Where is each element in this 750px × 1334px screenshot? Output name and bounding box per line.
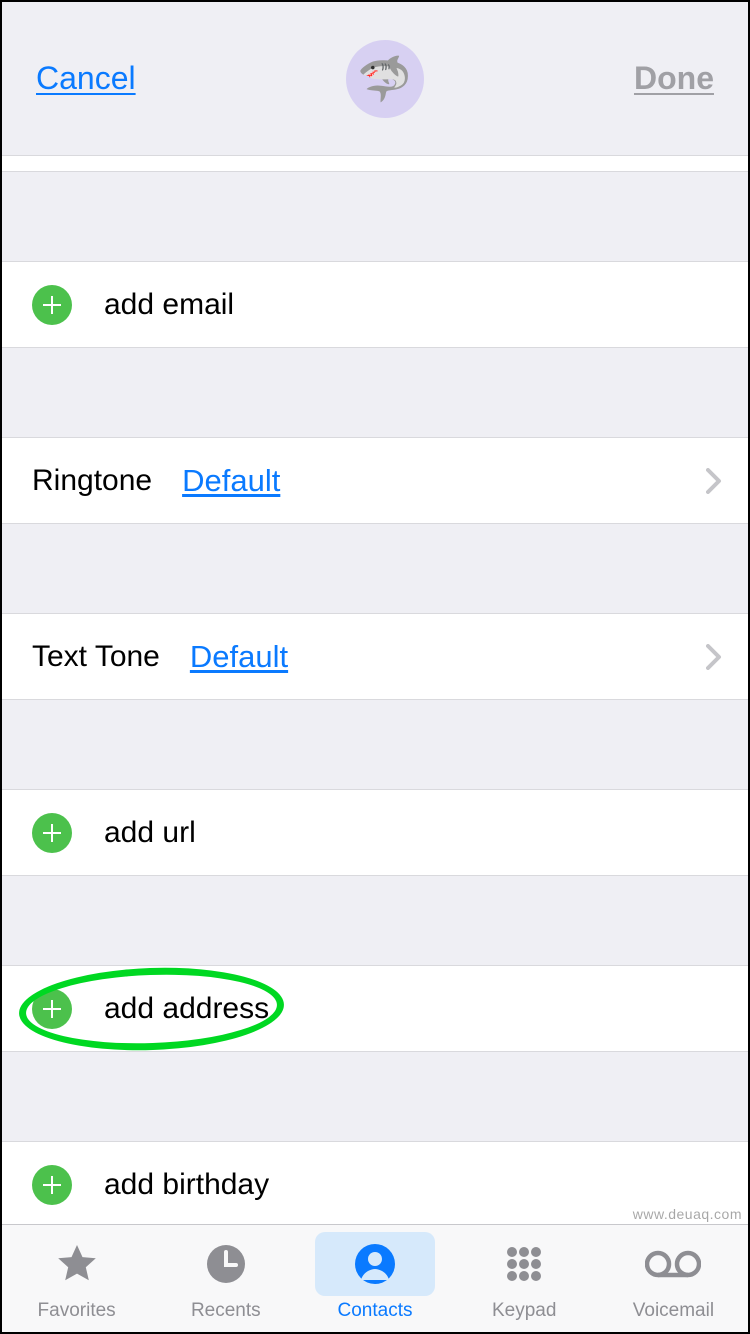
contact-edit-list: add email Ringtone Default Text Tone Def… bbox=[2, 156, 748, 1224]
plus-icon bbox=[32, 813, 72, 853]
section-gap bbox=[2, 524, 748, 614]
texttone-row[interactable]: Text Tone Default bbox=[2, 614, 748, 700]
add-address-row[interactable]: add address bbox=[2, 966, 748, 1052]
chevron-right-icon bbox=[706, 644, 722, 670]
voicemail-icon bbox=[645, 1249, 701, 1279]
tab-contacts-label: Contacts bbox=[338, 1300, 413, 1322]
add-url-row[interactable]: add url bbox=[2, 790, 748, 876]
keypad-icon bbox=[503, 1243, 545, 1285]
section-gap bbox=[2, 1052, 748, 1142]
tab-keypad[interactable]: Keypad bbox=[450, 1225, 599, 1332]
tab-recents-label: Recents bbox=[191, 1300, 261, 1322]
tab-contacts[interactable]: Contacts bbox=[300, 1225, 449, 1332]
tab-voicemail[interactable]: Voicemail bbox=[599, 1225, 748, 1332]
ringtone-row[interactable]: Ringtone Default bbox=[2, 438, 748, 524]
clock-icon bbox=[205, 1243, 247, 1285]
previous-section-edge bbox=[2, 156, 748, 172]
add-email-row[interactable]: add email bbox=[2, 262, 748, 348]
plus-icon bbox=[32, 1165, 72, 1205]
add-email-label: add email bbox=[104, 288, 234, 322]
contacts-icon bbox=[354, 1243, 396, 1285]
avatar-emoji: 🦈 bbox=[357, 53, 412, 105]
section-gap bbox=[2, 348, 748, 438]
edit-contact-header: Cancel 🦈 Done bbox=[2, 2, 748, 156]
cancel-button[interactable]: Cancel bbox=[36, 60, 136, 97]
add-birthday-label: add birthday bbox=[104, 1168, 269, 1202]
phone-tab-bar: Favorites Recents Contacts Keypad bbox=[2, 1224, 748, 1332]
contact-avatar[interactable]: 🦈 bbox=[346, 40, 424, 118]
plus-icon bbox=[32, 285, 72, 325]
texttone-value: Default bbox=[190, 639, 288, 675]
section-gap bbox=[2, 876, 748, 966]
ringtone-label: Ringtone bbox=[32, 464, 152, 498]
tab-favorites-label: Favorites bbox=[38, 1300, 116, 1322]
add-address-label: add address bbox=[104, 992, 269, 1026]
chevron-right-icon bbox=[706, 468, 722, 494]
star-icon bbox=[55, 1242, 99, 1286]
ringtone-value: Default bbox=[182, 463, 280, 499]
watermark: www.deuaq.com bbox=[633, 1206, 742, 1222]
tab-favorites[interactable]: Favorites bbox=[2, 1225, 151, 1332]
tab-voicemail-label: Voicemail bbox=[633, 1300, 714, 1322]
texttone-label: Text Tone bbox=[32, 640, 160, 674]
tab-keypad-label: Keypad bbox=[492, 1300, 556, 1322]
plus-icon bbox=[32, 989, 72, 1029]
tab-recents[interactable]: Recents bbox=[151, 1225, 300, 1332]
done-button[interactable]: Done bbox=[634, 60, 714, 97]
add-url-label: add url bbox=[104, 816, 196, 850]
section-gap bbox=[2, 700, 748, 790]
section-gap bbox=[2, 172, 748, 262]
